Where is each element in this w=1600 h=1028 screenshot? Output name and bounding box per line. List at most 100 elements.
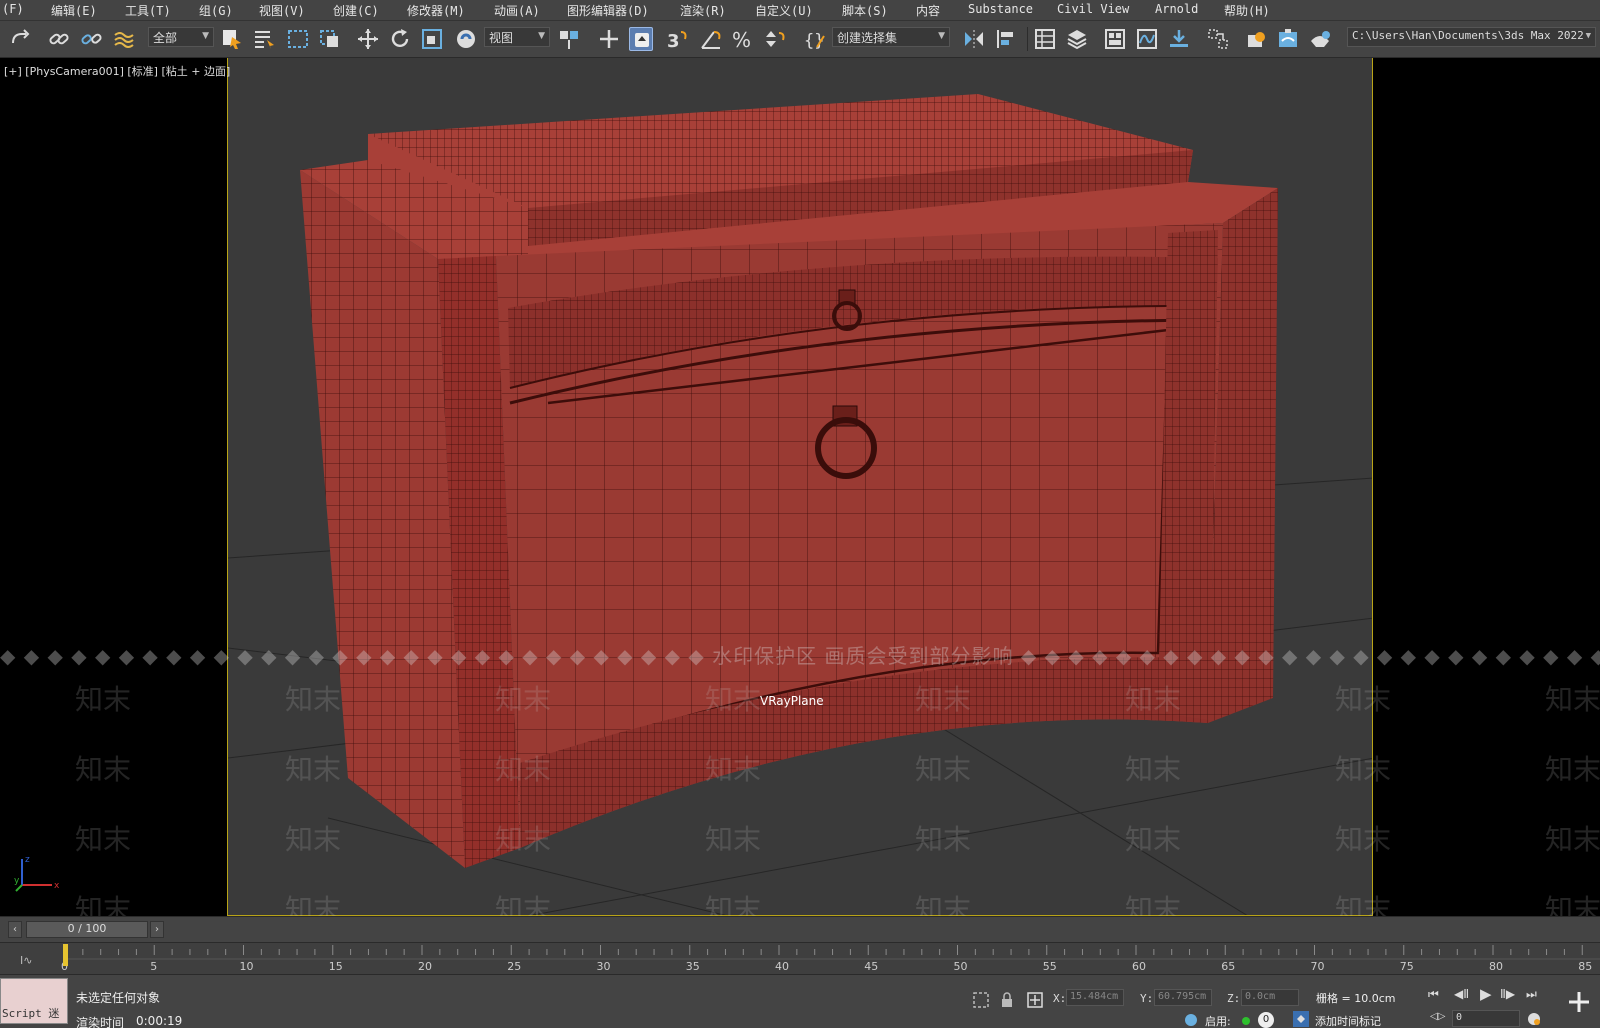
align-icon[interactable] — [994, 27, 1018, 51]
material-editor-icon[interactable] — [1206, 27, 1230, 51]
unlink-icon[interactable] — [79, 27, 103, 51]
safe-frame — [227, 58, 1373, 916]
select-by-name-icon[interactable] — [252, 27, 276, 51]
key-mode-icon[interactable]: ◁▷ — [1430, 1011, 1445, 1022]
menu-modifiers[interactable]: 修改器(M) — [407, 2, 465, 19]
menu-bar: (F) 编辑(E) 工具(T) 组(G) 视图(V) 创建(C) 修改器(M) … — [0, 0, 1600, 21]
add-time-tag-text[interactable]: 添加时间标记 — [1315, 1013, 1381, 1028]
previous-frame-icon[interactable]: ◀Ⅱ — [1454, 987, 1469, 1001]
window-crossing-icon[interactable] — [318, 27, 342, 51]
svg-text:x: x — [54, 881, 60, 891]
menu-customize[interactable]: 自定义(U) — [755, 2, 813, 19]
watermark-text: 知末 — [915, 753, 972, 786]
perspective-viewport[interactable]: [+] [PhysCamera001] [标准] [粘土 + 边面] 知末 知末… — [0, 58, 1600, 916]
link-icon[interactable] — [47, 27, 71, 51]
go-to-start-icon[interactable]: ⏮ — [1428, 987, 1439, 1002]
watermark-text: 知末 — [915, 823, 972, 856]
track-bar-tick-label: 65 — [1221, 960, 1235, 973]
next-frame-icon[interactable]: Ⅱ▶ — [1500, 987, 1515, 1001]
render-setup-icon[interactable] — [1244, 27, 1268, 51]
scene-explorer-icon[interactable] — [1033, 27, 1057, 51]
select-object-icon[interactable] — [220, 27, 244, 51]
current-frame-field[interactable]: 0 — [1452, 1010, 1520, 1027]
menu-rendering[interactable]: 渲染(R) — [680, 2, 726, 19]
selection-filter-dropdown[interactable]: 全部 ▼ — [148, 27, 214, 47]
render-production-icon[interactable] — [1308, 27, 1332, 51]
watermark-text: 知末 — [1545, 823, 1600, 856]
time-slider-prev-icon[interactable]: ‹ — [8, 921, 22, 938]
project-folder-dropdown[interactable]: C:\Users\Han\Documents\3ds Max 2022 ▼ — [1347, 27, 1596, 47]
menu-views[interactable]: 视图(V) — [259, 2, 305, 19]
play-icon[interactable]: ▶ — [1480, 985, 1492, 1003]
menu-civil-view[interactable]: Civil View — [1057, 2, 1129, 16]
menu-graph-editors[interactable]: 图形编辑器(D) — [567, 2, 649, 19]
watermark-text: 知末 — [285, 753, 342, 786]
named-selection-dropdown[interactable]: 创建选择集 ▼ — [832, 27, 950, 47]
menu-animation[interactable]: 动画(A) — [494, 2, 540, 19]
scene-render[interactable] — [228, 58, 1373, 916]
time-tag-icon[interactable] — [1292, 1010, 1310, 1028]
menu-group[interactable]: 组(G) — [199, 2, 233, 19]
menu-edit[interactable]: 编辑(E) — [51, 2, 97, 19]
menu-arnold[interactable]: Arnold — [1155, 2, 1198, 16]
curve-editor-icon[interactable] — [1135, 27, 1159, 51]
z-coord-label: Z: — [1227, 992, 1241, 1005]
watermark-text: 知末 — [495, 683, 552, 716]
go-to-end-icon[interactable]: ⏭ — [1526, 987, 1537, 1002]
track-bar-tick-label: 85 — [1578, 960, 1592, 973]
bind-space-warp-icon[interactable] — [112, 27, 136, 51]
track-bar-ruler[interactable]: I∿ 0 5 10 15 20 25 30 35 40 45 50 55 60 65 70 75 80 85 — [0, 943, 1600, 975]
x-coord-field[interactable]: 15.484cm — [1066, 989, 1124, 1006]
select-manipulate-icon[interactable] — [597, 27, 621, 51]
pivot-center-icon[interactable] — [557, 27, 581, 51]
watermark-text: 知末 — [705, 753, 762, 786]
time-configuration-icon[interactable] — [1526, 1011, 1542, 1027]
track-bar[interactable]: I∿ 0 5 10 15 20 25 30 35 40 45 50 55 60 65 70 75 80 85 — [0, 942, 1600, 974]
axis-gizmo-icon: x z y — [14, 855, 60, 892]
layer-explorer-icon[interactable] — [1065, 27, 1089, 51]
absolute-mode-icon[interactable] — [1026, 991, 1044, 1009]
watermark-text: 知末 — [1335, 753, 1392, 786]
move-icon[interactable] — [356, 27, 380, 51]
time-slider-thumb[interactable]: 0 / 100 — [26, 921, 148, 938]
toggle-ribbon-icon[interactable] — [1103, 27, 1127, 51]
menu-content[interactable]: 内容 — [916, 2, 940, 19]
maxscript-listener[interactable]: Script 迷 — [0, 978, 68, 1024]
menu-create[interactable]: 创建(C) — [333, 2, 379, 19]
edit-named-selection-icon[interactable]: {} — [803, 27, 827, 51]
isolate-selection-icon[interactable] — [972, 991, 990, 1009]
menu-file[interactable]: (F) — [2, 2, 24, 16]
adaptive-degradation-icon[interactable] — [1183, 1012, 1199, 1028]
mirror-icon[interactable] — [962, 27, 986, 51]
percent-snap-icon[interactable]: % — [731, 27, 755, 51]
scale-icon[interactable] — [420, 27, 444, 51]
spinner-snap-icon[interactable] — [763, 27, 787, 51]
watermark-text: 知末 — [495, 893, 552, 916]
z-coord-field[interactable]: 0.0cm — [1241, 989, 1299, 1006]
watermark-text: 知末 — [75, 753, 132, 786]
keyboard-shortcut-override-icon[interactable] — [629, 27, 653, 51]
angle-snap-icon[interactable] — [699, 27, 723, 51]
add-viewport-icon[interactable] — [1566, 989, 1592, 1015]
enable-count-badge[interactable]: 0 — [1258, 1012, 1274, 1028]
menu-help[interactable]: 帮助(H) — [1224, 2, 1270, 19]
reference-coordinate-dropdown[interactable]: 视图 ▼ — [484, 27, 550, 47]
placement-icon[interactable] — [454, 27, 478, 51]
lock-icon[interactable] — [998, 991, 1016, 1009]
viewport-label[interactable]: [+] [PhysCamera001] [标准] [粘土 + 边面] — [4, 63, 230, 79]
svg-text:%: % — [732, 28, 751, 51]
menu-substance[interactable]: Substance — [968, 2, 1033, 16]
redo-icon[interactable] — [8, 27, 32, 51]
rotate-icon[interactable] — [388, 27, 412, 51]
rendered-frame-window-icon[interactable] — [1276, 27, 1300, 51]
menu-tools[interactable]: 工具(T) — [125, 2, 171, 19]
schematic-view-icon[interactable] — [1167, 27, 1191, 51]
mini-curve-editor-icon: I∿ — [20, 954, 32, 967]
y-coord-field[interactable]: 60.795cm — [1154, 989, 1212, 1006]
time-slider-next-icon[interactable]: › — [150, 921, 164, 938]
snaps-toggle-icon[interactable]: 3 — [665, 27, 689, 51]
rectangular-selection-icon[interactable] — [286, 27, 310, 51]
track-bar-tick-label: 55 — [1043, 960, 1057, 973]
menu-scripting[interactable]: 脚本(S) — [842, 2, 888, 19]
track-bar-tick-label: 15 — [329, 960, 343, 973]
